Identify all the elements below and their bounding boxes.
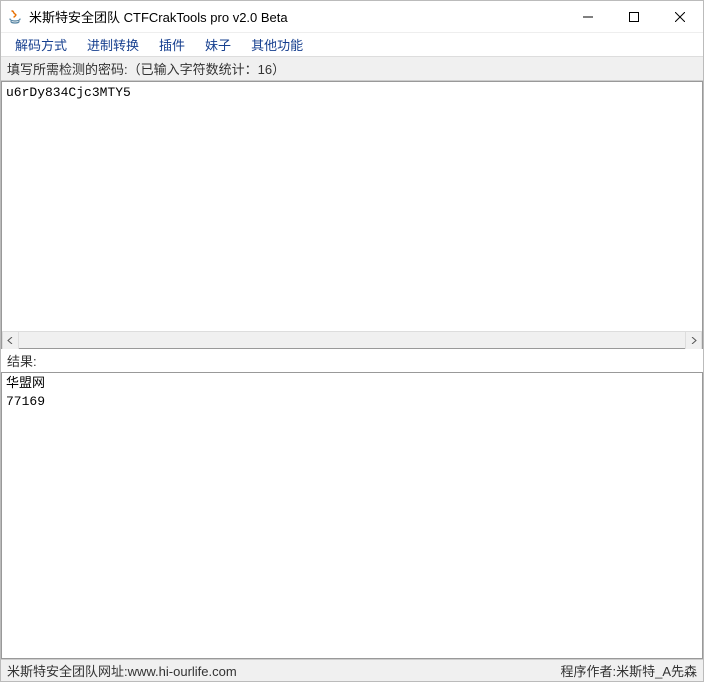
scroll-right-icon[interactable] <box>685 332 702 349</box>
java-icon <box>7 9 23 25</box>
result-output[interactable] <box>2 373 702 658</box>
password-input[interactable] <box>2 82 702 331</box>
status-right: 程序作者:米斯特_A先森 <box>560 661 697 680</box>
output-area-wrap <box>1 372 703 659</box>
maximize-button[interactable] <box>611 1 657 32</box>
menu-meizi[interactable]: 妹子 <box>199 33 237 56</box>
input-prompt-label: 填写所需检测的密码:（已输入字符数统计：16） <box>1 57 703 81</box>
scroll-left-icon[interactable] <box>2 332 19 349</box>
status-left: 米斯特安全团队网址:www.hi-ourlife.com <box>7 661 560 680</box>
menubar: 解码方式 进制转换 插件 妹子 其他功能 <box>1 33 703 57</box>
window-controls <box>565 1 703 32</box>
input-hscrollbar[interactable] <box>2 331 702 348</box>
menu-radix[interactable]: 进制转换 <box>81 33 145 56</box>
menu-other[interactable]: 其他功能 <box>245 33 309 56</box>
menu-plugin[interactable]: 插件 <box>153 33 191 56</box>
menu-decode[interactable]: 解码方式 <box>9 33 73 56</box>
minimize-button[interactable] <box>565 1 611 32</box>
titlebar: 米斯特安全团队 CTFCrakTools pro v2.0 Beta <box>1 1 703 33</box>
result-label: 结果: <box>1 349 703 372</box>
input-area-wrap <box>1 81 703 349</box>
close-button[interactable] <box>657 1 703 32</box>
window-title: 米斯特安全团队 CTFCrakTools pro v2.0 Beta <box>29 7 565 26</box>
statusbar: 米斯特安全团队网址:www.hi-ourlife.com 程序作者:米斯特_A先… <box>1 659 703 681</box>
